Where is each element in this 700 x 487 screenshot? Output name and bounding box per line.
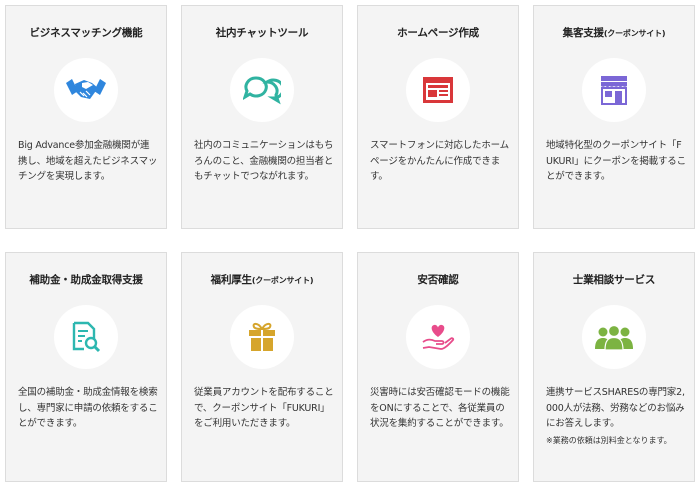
feature-card-safety-check: 安否確認 災害時には安否確認モードの機能をONにすることで、各従業員の状況を集約… bbox=[357, 252, 519, 482]
card-title: ビジネスマッチング機能 bbox=[29, 27, 143, 39]
feature-card-business-matching: ビジネスマッチング機能 Big Advance参加金融機関が連携し、地域を超えた… bbox=[5, 5, 167, 229]
card-title: 社内チャットツール bbox=[215, 27, 309, 39]
card-title: 補助金・助成金取得支援 bbox=[29, 274, 143, 286]
icon-circle bbox=[230, 58, 294, 122]
card-title: ホームページ作成 bbox=[397, 27, 479, 39]
card-title: 集客支援(クーポンサイト) bbox=[562, 27, 666, 39]
feature-card-homepage: ホームページ作成 スマートフォンに対応したホームページをかんたんに作成できます。 bbox=[357, 5, 519, 229]
document-search-icon bbox=[71, 321, 101, 353]
feature-card-subsidy: 補助金・助成金取得支援 全国の補助金・助成金情報を検索し、専門家に申請の依頼をす… bbox=[5, 252, 167, 482]
icon-circle bbox=[582, 305, 646, 369]
feature-card-chat-tool: 社内チャットツール 社内のコミュニケーションはもちろんのこと、金融機関の担当者と… bbox=[181, 5, 343, 229]
card-description: 地域特化型のクーポンサイト「FUKURI」にクーポンを掲載することができます。 bbox=[546, 140, 686, 182]
people-icon bbox=[594, 324, 634, 350]
card-description: 社内のコミュニケーションはもちろんのこと、金融機関の担当者ともチャットでつながれ… bbox=[194, 140, 334, 182]
card-title: 福利厚生(クーポンサイト) bbox=[210, 274, 314, 286]
gift-icon bbox=[247, 321, 277, 353]
card-title: 士業相談サービス bbox=[572, 274, 656, 286]
card-description: 従業員アカウントを配布することで、クーポンサイト「FUKURI」をご利用いただき… bbox=[194, 387, 334, 429]
icon-circle bbox=[54, 305, 118, 369]
feature-card-customer-attraction: 集客支援(クーポンサイト) 地域特化型のクーポンサイト「FUKURI」にクーポン… bbox=[533, 5, 695, 229]
handshake-icon bbox=[66, 75, 106, 105]
heart-hand-icon bbox=[421, 322, 455, 352]
icon-circle bbox=[230, 305, 294, 369]
card-note: ※業務の依頼は別料金となります。 bbox=[546, 436, 672, 445]
icon-circle bbox=[582, 58, 646, 122]
icon-circle bbox=[406, 305, 470, 369]
feature-card-welfare: 福利厚生(クーポンサイト) 従業員アカウントを配布することで、クーポンサイト「F… bbox=[181, 252, 343, 482]
card-description: 全国の補助金・助成金情報を検索し、専門家に申請の依頼をすることができます。 bbox=[18, 387, 158, 429]
shop-icon bbox=[600, 75, 628, 105]
card-description: スマートフォンに対応したホームページをかんたんに作成できます。 bbox=[370, 140, 509, 182]
webpage-icon bbox=[422, 76, 454, 104]
icon-circle bbox=[54, 58, 118, 122]
feature-card-professional-consultation: 士業相談サービス 連携サービスSHARESの専門家2,000人が法務、労務などの… bbox=[533, 252, 695, 482]
card-description: 災害時には安否確認モードの機能をONにすることで、各従業員の状況を集約することが… bbox=[370, 387, 510, 429]
card-description: Big Advance参加金融機関が連携し、地域を超えたビジネスマッチングを実現… bbox=[18, 140, 158, 182]
card-title: 安否確認 bbox=[417, 274, 459, 286]
icon-circle bbox=[406, 58, 470, 122]
feature-grid: ビジネスマッチング機能 Big Advance参加金融機関が連携し、地域を超えた… bbox=[0, 0, 700, 487]
chat-bubbles-icon bbox=[243, 75, 281, 105]
card-description: 連携サービスSHARESの専門家2,000人が法務、労務などのお悩みにお答えしま… bbox=[546, 387, 685, 429]
